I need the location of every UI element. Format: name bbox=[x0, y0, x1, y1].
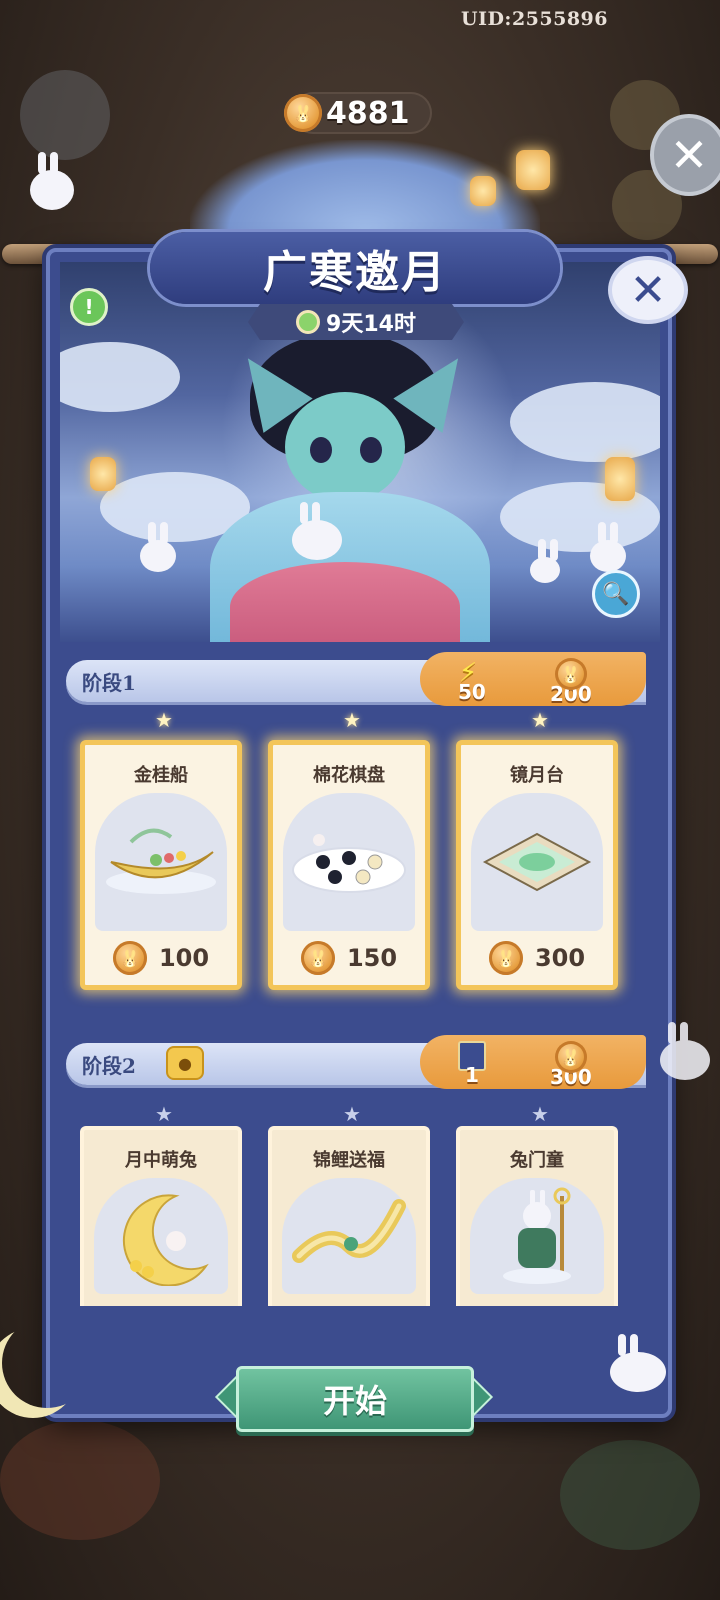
mooncake-coin-icon bbox=[488, 941, 523, 975]
stage-1-label: 阶段1 bbox=[82, 671, 136, 695]
start-button-label: 开始 bbox=[322, 1382, 387, 1420]
item-card[interactable]: 月中萌兔 bbox=[80, 1126, 242, 1306]
currency-display: 4881 bbox=[284, 92, 432, 134]
star-icon: ★ bbox=[531, 708, 549, 732]
stage-2-header: 阶段2 1 300 bbox=[66, 1035, 646, 1089]
koi-dragon-icon bbox=[292, 1199, 406, 1263]
character-eye bbox=[310, 437, 332, 463]
item-art bbox=[282, 1178, 416, 1294]
crescent-moon-rabbit-icon bbox=[122, 1194, 209, 1286]
item-card[interactable]: 镜月台 300 bbox=[456, 740, 618, 990]
currency-value: 4881 bbox=[326, 95, 410, 131]
mooncake-coin-icon bbox=[554, 1041, 587, 1073]
star-icon: ★ bbox=[155, 1102, 173, 1126]
background-decoration bbox=[0, 1420, 160, 1540]
item-art bbox=[94, 1178, 228, 1294]
golden-boat-icon bbox=[106, 828, 216, 894]
item-art bbox=[95, 793, 227, 931]
mooncake-coin-icon bbox=[284, 94, 322, 132]
item-card[interactable]: 锦鲤送福 bbox=[268, 1126, 430, 1306]
rabbit-figure bbox=[530, 539, 560, 583]
cloud-decoration bbox=[510, 382, 660, 462]
star-icon: ★ bbox=[531, 1102, 549, 1126]
uid-label: UID:2555896 bbox=[461, 8, 608, 30]
rabbit-figure bbox=[292, 502, 342, 560]
stage-1-energy-value: 50 bbox=[458, 680, 486, 704]
clock-icon bbox=[296, 310, 320, 334]
lantern-icon bbox=[470, 176, 496, 206]
star-icon: ★ bbox=[343, 1102, 361, 1126]
timer-text: 9天14时 bbox=[326, 312, 416, 337]
purse-icon: ● bbox=[166, 1046, 204, 1080]
close-icon[interactable]: ✕ bbox=[608, 256, 688, 324]
rabbit-figure bbox=[30, 152, 74, 210]
item-name: 兔门童 bbox=[510, 1150, 564, 1171]
stage-2-coin-cost: 300 bbox=[550, 1041, 592, 1089]
stage-1-cost: ⚡ 50 200 bbox=[420, 652, 646, 706]
item-name: 月中萌兔 bbox=[125, 1150, 197, 1171]
moon-mirror-platform-icon bbox=[482, 832, 592, 892]
stage-1-energy-cost: ⚡ 50 bbox=[458, 658, 486, 704]
item-price: 100 bbox=[85, 941, 237, 975]
mooncake-coin-icon bbox=[554, 658, 587, 690]
character-face bbox=[285, 392, 405, 502]
item-art bbox=[283, 793, 415, 931]
cotton-chessboard-icon bbox=[292, 834, 406, 893]
event-title: 广寒邀月 bbox=[263, 247, 447, 298]
item-art bbox=[470, 1178, 604, 1294]
info-icon[interactable]: ! bbox=[70, 288, 108, 326]
item-name: 金桂船 bbox=[134, 765, 188, 786]
stage-2-cost: 1 300 bbox=[420, 1035, 646, 1089]
mooncake-coin-icon bbox=[112, 941, 147, 975]
rabbit-figure bbox=[610, 1334, 666, 1392]
lantern-icon bbox=[605, 457, 635, 501]
countdown-timer: 9天14时 bbox=[248, 304, 464, 340]
outer-close-icon[interactable]: ✕ bbox=[650, 114, 720, 196]
item-art bbox=[471, 793, 603, 931]
stage-2-ticket-cost: 1 bbox=[458, 1041, 486, 1087]
item-price: 150 bbox=[273, 941, 425, 975]
stage-2-label: 阶段2 bbox=[82, 1054, 136, 1078]
item-name: 棉花棋盘 bbox=[313, 765, 385, 786]
price-value: 150 bbox=[346, 944, 398, 972]
item-card[interactable]: 金桂船 100 bbox=[80, 740, 242, 990]
cloud-decoration bbox=[500, 482, 660, 552]
stage-1-coin-cost: 200 bbox=[550, 658, 592, 706]
price-value: 100 bbox=[158, 944, 210, 972]
item-name: 镜月台 bbox=[510, 765, 564, 786]
item-card[interactable]: 兔门童 bbox=[456, 1126, 618, 1306]
item-card[interactable]: 棉花棋盘 150 bbox=[268, 740, 430, 990]
stage-2-ticket-value: 1 bbox=[465, 1063, 479, 1087]
item-name: 锦鲤送福 bbox=[313, 1150, 385, 1171]
rabbit-guard-icon bbox=[503, 1187, 571, 1284]
rabbit-figure bbox=[140, 522, 176, 572]
background-decoration bbox=[560, 1440, 700, 1550]
background-decoration bbox=[20, 70, 110, 160]
character-skirt bbox=[230, 562, 460, 642]
rabbit-figure bbox=[660, 1022, 710, 1080]
lantern-icon bbox=[516, 150, 550, 190]
rabbit-figure bbox=[590, 522, 626, 572]
stage-1-header: 阶段1 ⚡ 50 200 bbox=[66, 652, 646, 706]
title-ribbon: 广寒邀月 bbox=[150, 232, 560, 304]
crescent-moon-decoration bbox=[2, 1318, 92, 1408]
star-icon: ★ bbox=[343, 708, 361, 732]
cloud-decoration bbox=[60, 342, 180, 412]
magnify-icon[interactable]: 🔍 bbox=[592, 570, 640, 618]
start-button[interactable]: 开始 bbox=[236, 1366, 474, 1432]
item-price: 300 bbox=[461, 941, 613, 975]
price-value: 300 bbox=[534, 944, 586, 972]
star-icon: ★ bbox=[155, 708, 173, 732]
lantern-icon bbox=[90, 457, 116, 491]
mooncake-coin-icon bbox=[300, 941, 335, 975]
character-eye bbox=[360, 437, 382, 463]
